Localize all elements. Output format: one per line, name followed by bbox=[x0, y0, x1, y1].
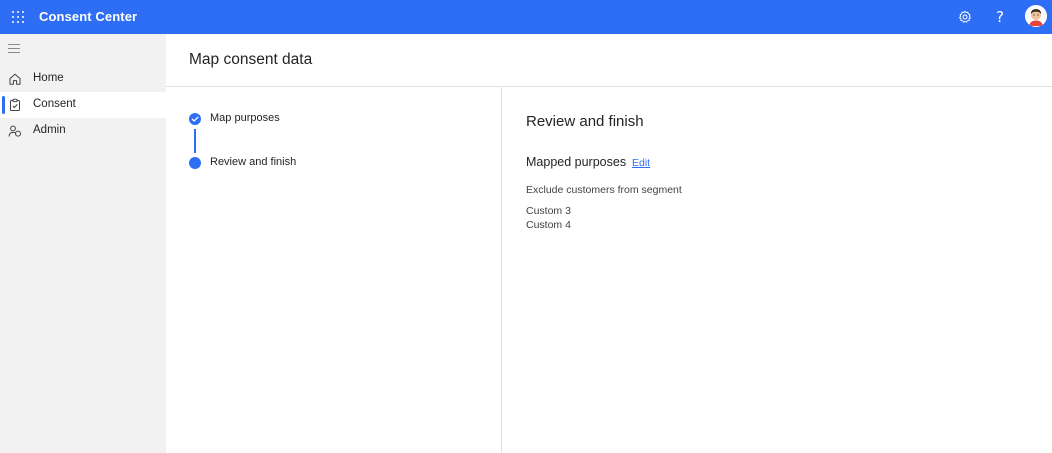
selection-indicator bbox=[2, 96, 5, 114]
home-icon bbox=[9, 73, 21, 85]
step-connector bbox=[194, 129, 196, 153]
app-title: Consent Center bbox=[39, 9, 138, 24]
review-panel: Review and finish Mapped purposes Edit E… bbox=[503, 87, 1052, 453]
page-title: Map consent data bbox=[189, 51, 313, 68]
step-map-purposes[interactable]: Map purposes bbox=[210, 112, 280, 124]
sidebar: Home Consent Admin bbox=[0, 34, 166, 453]
question-icon: ? bbox=[996, 8, 1004, 26]
sidebar-item-label: Home bbox=[33, 72, 64, 84]
top-bar: Consent Center ? bbox=[0, 0, 1052, 34]
hamburger-icon[interactable] bbox=[8, 43, 22, 55]
clipboard-check-icon bbox=[10, 98, 20, 111]
mapped-purposes-heading: Mapped purposes bbox=[526, 155, 627, 169]
stepper: Map purposes Review and finish bbox=[166, 87, 502, 453]
step-review-and-finish[interactable]: Review and finish bbox=[210, 156, 296, 168]
people-icon bbox=[8, 125, 21, 137]
sidebar-item-home[interactable]: Home bbox=[0, 66, 166, 92]
segment-label: Exclude customers from segment bbox=[526, 184, 682, 196]
list-item: Custom 4 bbox=[526, 219, 571, 231]
review-title: Review and finish bbox=[526, 113, 644, 130]
gear-icon bbox=[959, 10, 971, 23]
step-current-indicator bbox=[189, 157, 201, 169]
avatar[interactable] bbox=[1025, 5, 1047, 27]
sidebar-item-admin[interactable]: Admin bbox=[0, 118, 166, 144]
list-item: Custom 3 bbox=[526, 205, 571, 217]
sidebar-item-label: Admin bbox=[33, 124, 66, 136]
avatar-icon bbox=[1025, 5, 1047, 27]
sidebar-item-label: Consent bbox=[33, 98, 76, 110]
checkmark-icon bbox=[191, 116, 199, 122]
step-completed-indicator bbox=[189, 113, 201, 125]
waffle-icon[interactable] bbox=[8, 7, 28, 27]
help-button[interactable]: ? bbox=[988, 5, 1012, 29]
page-header: Map consent data bbox=[166, 34, 1052, 87]
sidebar-item-consent[interactable]: Consent bbox=[0, 92, 166, 118]
settings-button[interactable] bbox=[953, 5, 977, 29]
edit-link[interactable]: Edit bbox=[632, 157, 650, 169]
